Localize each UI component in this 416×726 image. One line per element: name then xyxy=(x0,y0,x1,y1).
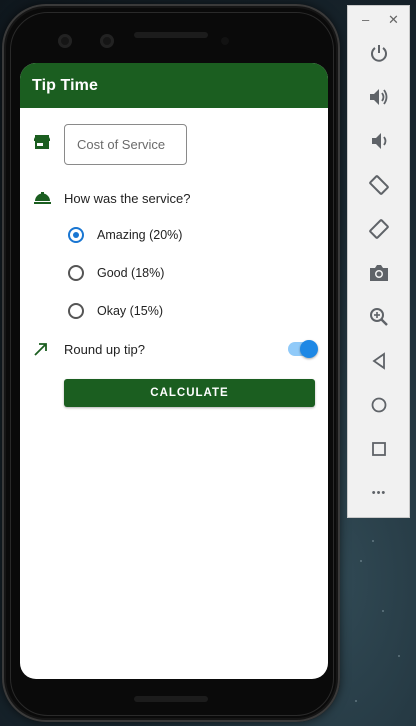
tip-option-good[interactable]: Good (18%) xyxy=(68,265,164,281)
rotate-left-icon[interactable] xyxy=(366,172,392,198)
background-speck xyxy=(355,700,357,702)
background-speck xyxy=(382,610,384,612)
tip-option-okay[interactable]: Okay (15%) xyxy=(68,303,163,319)
radio-button[interactable] xyxy=(68,303,84,319)
radio-button-selected[interactable] xyxy=(68,227,84,243)
front-camera-secondary xyxy=(100,34,114,48)
zoom-icon[interactable] xyxy=(366,304,392,330)
tip-option-amazing[interactable]: Amazing (20%) xyxy=(68,227,182,243)
bottom-speaker xyxy=(134,696,208,702)
volume-up-icon[interactable] xyxy=(366,84,392,110)
more-icon[interactable]: ••• xyxy=(366,480,392,506)
background-speck xyxy=(398,655,400,657)
proximity-sensor xyxy=(221,37,229,45)
front-camera xyxy=(58,34,72,48)
app-screen: Tip Time Cost of Service How was the ser… xyxy=(20,63,328,679)
volume-down-icon[interactable] xyxy=(366,128,392,154)
room-service-icon xyxy=(34,191,51,209)
camera-icon[interactable] xyxy=(366,260,392,286)
cost-of-service-input[interactable]: Cost of Service xyxy=(64,124,187,165)
device-frame: Tip Time Cost of Service How was the ser… xyxy=(2,4,340,722)
round-up-arrow-icon xyxy=(34,342,48,361)
background-speck xyxy=(360,560,362,562)
app-bar: Tip Time xyxy=(20,63,328,108)
tip-option-label: Amazing (20%) xyxy=(97,228,183,242)
switch-thumb xyxy=(300,340,318,358)
tip-option-label: Okay (15%) xyxy=(97,304,163,318)
app-title: Tip Time xyxy=(32,76,99,94)
rotate-right-icon[interactable] xyxy=(366,216,392,242)
back-icon[interactable] xyxy=(366,348,392,374)
close-icon[interactable]: ✕ xyxy=(388,12,399,28)
service-question: How was the service? xyxy=(64,191,191,206)
background-speck xyxy=(372,540,374,542)
earpiece-speaker xyxy=(134,32,208,38)
cost-of-service-placeholder: Cost of Service xyxy=(77,137,166,152)
round-up-label: Round up tip? xyxy=(64,342,145,357)
calculate-button-label: CALCULATE xyxy=(150,387,229,399)
home-icon[interactable] xyxy=(366,392,392,418)
overview-icon[interactable] xyxy=(366,436,392,462)
power-icon[interactable] xyxy=(366,40,392,66)
store-icon xyxy=(34,135,50,155)
round-up-switch[interactable] xyxy=(288,340,318,358)
emulator-control-panel: – ✕ ••• xyxy=(347,5,410,518)
radio-button[interactable] xyxy=(68,265,84,281)
tip-option-label: Good (18%) xyxy=(97,266,165,280)
calculate-button[interactable]: CALCULATE xyxy=(64,379,315,407)
minimize-icon[interactable]: – xyxy=(362,12,369,27)
